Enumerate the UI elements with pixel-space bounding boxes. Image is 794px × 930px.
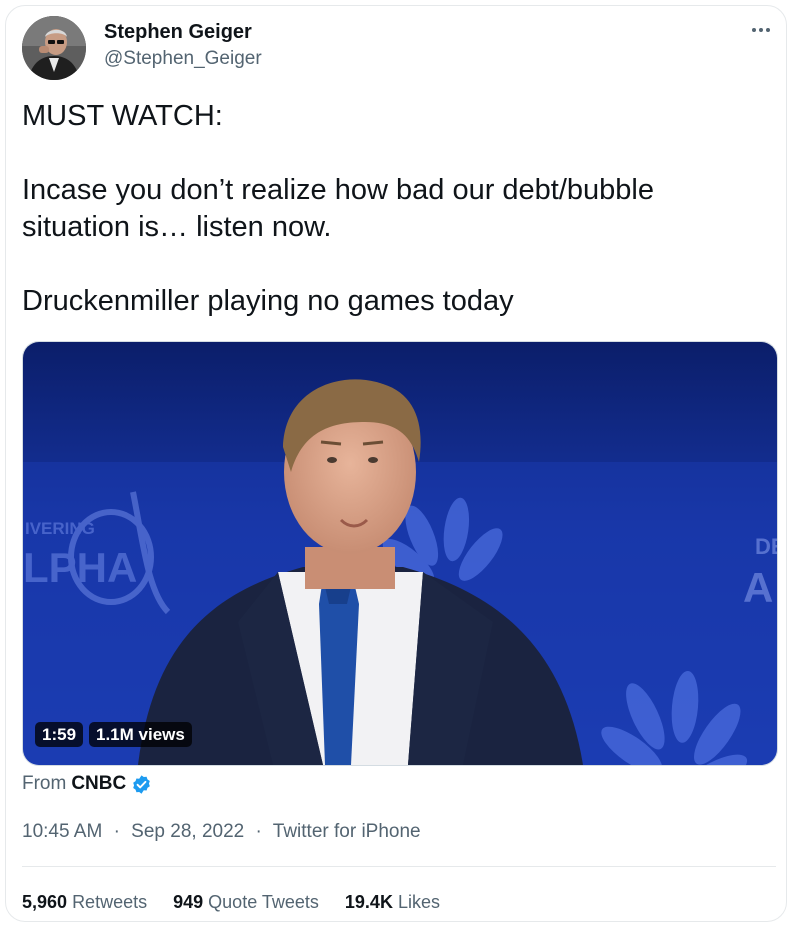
tweet-time-link[interactable]: 10:45 AM [22,821,102,842]
more-dot [752,28,756,32]
video-views-badge: 1.1M views [89,722,192,747]
likes-count: 19.4K [344,892,393,912]
quote-tweets-stat[interactable]: 949 Quote Tweets [173,890,319,914]
avatar-photo [22,16,86,80]
verified-badge-icon [133,774,151,794]
quote-tweets-label: Quote Tweets [208,892,319,912]
likes-stat[interactable]: 19.4K Likes [345,890,440,914]
author-avatar[interactable] [22,16,86,80]
author-name[interactable]: Stephen Geiger [104,20,252,44]
retweets-stat[interactable]: 5,960 Retweets [22,890,147,914]
author-handle[interactable]: @Stephen_Geiger [104,48,262,70]
likes-label: Likes [397,892,440,912]
meta-separator: · [113,821,120,842]
video-player[interactable]: IVERING LPHA DEL A [22,341,778,766]
more-dot [759,28,763,32]
source-prefix: From [22,773,67,794]
tweet-date-link[interactable]: Sep 28, 2022 [131,821,244,842]
video-thumbnail: IVERING LPHA DEL A [23,342,777,765]
right-sign-line-2: A [743,564,773,611]
right-sign-line-1: DEL [755,534,777,559]
tweet-text: MUST WATCH: Incase you don’t realize how… [22,100,654,317]
retweets-count: 5,960 [22,892,68,912]
tweet-stats: 5,960 Retweets 949 Quote Tweets 19.4K Li… [22,890,440,914]
tweet-meta: 10:45 AM · Sep 28, 2022 · Twitter for iP… [22,820,421,844]
more-dot [766,28,770,32]
video-duration-badge: 1:59 [35,722,84,747]
quote-tweets-count: 949 [173,892,204,912]
retweets-label: Retweets [72,892,148,912]
tweet-client-link[interactable]: Twitter for iPhone [273,821,421,842]
meta-separator: · [255,821,262,842]
divider [22,866,776,867]
more-options-icon[interactable] [746,20,776,40]
media-source: From CNBC [22,772,152,796]
source-name-link[interactable]: CNBC [71,772,126,796]
